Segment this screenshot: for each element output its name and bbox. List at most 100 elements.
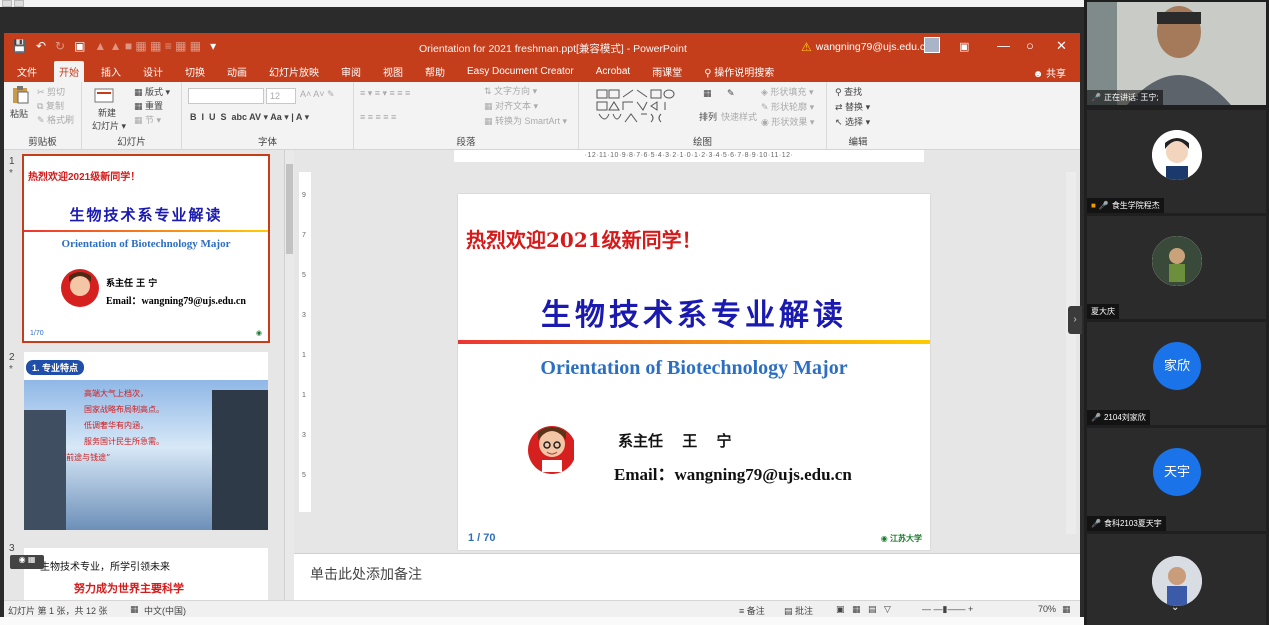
qat-more-icon[interactable]: ▲ ▲ ■ ▦ ▦ ≡ ▦ ▦ xyxy=(94,39,201,53)
participant-tile[interactable]: 夏大庆 xyxy=(1087,216,1266,319)
align-text-button[interactable]: ▦ 对齐文本 ▾ xyxy=(484,99,538,112)
mic-icon: 🎤 xyxy=(1098,201,1109,210)
reset-button[interactable]: ▦ 重置 xyxy=(134,99,163,112)
participant-tile[interactable]: ⌄ xyxy=(1087,534,1266,625)
zoom-slider[interactable]: — —▮—— + xyxy=(922,604,973,615)
notes-toggle[interactable]: ≡ 备注 xyxy=(739,604,765,617)
tab-help[interactable]: 帮助 xyxy=(420,61,450,82)
shapes-gallery[interactable] xyxy=(595,88,691,124)
tab-review[interactable]: 审阅 xyxy=(336,61,366,82)
participant-namebar: 🎤 食科2103夏天宇 xyxy=(1087,516,1166,531)
thumb-page: 1/70 xyxy=(30,330,44,337)
mic-icon: 🎤 xyxy=(1091,519,1101,528)
tab-transitions[interactable]: 切换 xyxy=(180,61,210,82)
tab-rain-classroom[interactable]: 雨课堂 xyxy=(647,61,687,82)
slide-thumbnail-2[interactable]: 1. 专业特点 高端大气上档次， 国家战略布局制高点。 低调奢华有内涵， 服务国… xyxy=(24,352,268,530)
slide-title: 生物技术系专业解读 xyxy=(541,298,847,333)
font-name-box[interactable] xyxy=(188,88,264,104)
participant-video-tile[interactable]: 🎤 正在讲话: 王宁; xyxy=(1087,2,1266,105)
tab-insert[interactable]: 插入 xyxy=(96,61,126,82)
smartart-button[interactable]: ▦ 转换为 SmartArt ▾ xyxy=(484,114,567,127)
share-button[interactable]: ☻ 共享 xyxy=(1033,65,1066,80)
minimize-icon[interactable]: — xyxy=(997,38,1010,53)
font-format-buttons[interactable]: B I U S abc AV ▾ Aa ▾ | A ▾ xyxy=(190,112,309,123)
shape-fill-button[interactable]: ◈ 形状填充 ▾ xyxy=(761,85,813,98)
language[interactable]: 中文(中国) xyxy=(144,604,186,617)
tab-animations[interactable]: 动画 xyxy=(222,61,252,82)
shape-effects-button[interactable]: ◉ 形状效果 ▾ xyxy=(761,115,814,128)
tab-design[interactable]: 设计 xyxy=(138,61,168,82)
arrange-button[interactable]: 排列 xyxy=(699,110,717,123)
save-icon[interactable]: 💾 xyxy=(12,39,27,53)
align-buttons[interactable]: ≡ ≡ ≡ ≡ ≡ xyxy=(360,112,396,122)
slide-thumbnail-3[interactable]: 生物技术专业，所学引领未来 努力成为世界主要科学 xyxy=(24,548,268,604)
zoom-level[interactable]: 70% xyxy=(1038,604,1056,614)
tab-easy-document-creator[interactable]: Easy Document Creator xyxy=(462,63,579,80)
thumb-logo: ◉ xyxy=(255,330,262,337)
slide-email: Email：wangning79@ujs.edu.cn xyxy=(614,465,852,484)
collapse-panel-icon[interactable]: › xyxy=(1068,306,1082,334)
notes-pane[interactable]: 单击此处添加备注 xyxy=(294,553,1080,604)
slide-thumbnail-1[interactable]: 热烈欢迎2021级新同学！ 生物技术系专业解读 Orientation of B… xyxy=(22,154,270,343)
view-buttons[interactable]: ▣ ▦ ▤ ▽ xyxy=(836,604,891,615)
paste-icon[interactable] xyxy=(10,86,30,104)
thumbnail-scrollbar[interactable] xyxy=(284,150,294,604)
scroll-down-icon[interactable]: ⌄ xyxy=(1171,602,1179,613)
tab-slideshow[interactable]: 幻灯片放映 xyxy=(264,61,324,82)
tab-home[interactable]: 开始 xyxy=(54,60,84,82)
scrollbar-thumb[interactable] xyxy=(286,164,293,254)
ribbon-display-options-icon[interactable]: ▣ xyxy=(959,40,969,53)
participant-tile[interactable]: ■ 🎤 食生学院程杰 xyxy=(1087,110,1266,213)
thumb-line: 低调奢华有内涵， xyxy=(84,421,148,430)
font-size-box[interactable]: 12 xyxy=(266,88,296,104)
participant-tile[interactable]: 天宇 🎤 食科2103夏天宇 xyxy=(1087,428,1266,531)
account-avatar[interactable] xyxy=(924,37,940,53)
copy-button[interactable]: ⧉ 复制 xyxy=(37,99,64,112)
tell-me-label: 操作说明搜索 xyxy=(714,67,775,79)
tab-view[interactable]: 视图 xyxy=(378,61,408,82)
replace-button[interactable]: ⇄ 替换 ▾ xyxy=(835,100,870,113)
notes-label: 备注 xyxy=(746,606,765,616)
text-direction-button[interactable]: ⇅ 文字方向 ▾ xyxy=(484,84,537,97)
list-buttons[interactable]: ≡ ▾ ≡ ▾ ≡ ≡ ≡ xyxy=(360,88,410,99)
slideshow-icon[interactable]: ▣ xyxy=(74,39,85,53)
participant-name: 正在讲话: 王宁; xyxy=(1103,93,1159,102)
arrange-icon[interactable]: ▦ xyxy=(703,88,712,99)
maximize-icon[interactable]: ○ xyxy=(1026,38,1034,53)
window-control-icon[interactable] xyxy=(2,0,12,7)
quick-styles-button[interactable]: 快速样式 xyxy=(721,110,757,123)
window-control-icon[interactable] xyxy=(14,0,24,7)
quick-styles-icon[interactable]: ✎ xyxy=(727,88,735,99)
participant-tile[interactable]: 家欣 🎤 2104刘家欣 xyxy=(1087,322,1266,425)
new-slide-button[interactable]: 新建 幻灯片 ▾ xyxy=(92,106,126,132)
close-icon[interactable]: ✕ xyxy=(1056,38,1067,54)
undo-icon[interactable]: ↶ xyxy=(36,39,46,53)
find-button[interactable]: ⚲ 查找 xyxy=(835,85,862,98)
find-label: 查找 xyxy=(844,87,863,97)
slide-welcome-text: 热烈欢迎2021级新同学！ xyxy=(466,228,702,252)
overlay-control-icon[interactable]: ◉ ▦ xyxy=(10,555,44,569)
format-painter-button[interactable]: ✎ 格式刷 xyxy=(37,113,74,126)
cut-button[interactable]: ✂ 剪切 xyxy=(37,85,65,98)
customize-qat-icon[interactable]: ▾ xyxy=(210,39,216,53)
tab-acrobat[interactable]: Acrobat xyxy=(591,63,635,80)
new-slide-icon[interactable] xyxy=(94,87,114,105)
horizontal-ruler: ·12·11·10·9·8·7·6·5·4·3·2·1·0·1·2·3·4·5·… xyxy=(454,150,924,162)
slides-group: 新建 幻灯片 ▾ ▦ 版式 ▾ ▦ 重置 ▦ 节 ▾ 幻灯片 xyxy=(82,82,182,150)
account-area[interactable]: ⚠ wangning79@ujs.edu.cn xyxy=(801,40,931,54)
editing-scrollbar[interactable] xyxy=(1066,172,1076,534)
spellcheck-icon[interactable]: ▦ xyxy=(130,604,139,615)
fit-slide-icon[interactable]: ▦ xyxy=(1062,604,1071,615)
comments-toggle[interactable]: ▤ 批注 xyxy=(784,604,813,617)
redo-icon[interactable]: ↻ xyxy=(55,39,65,53)
current-slide[interactable]: 热烈欢迎2021级新同学！ 生物技术系专业解读 Orientation of B… xyxy=(458,194,930,550)
thumb-line: 国家战略布局制高点。 xyxy=(84,405,164,414)
tell-me-search[interactable]: ⚲ 操作说明搜索 xyxy=(699,61,779,82)
grow-shrink-font-icon[interactable]: A˄ A˅ ✎ xyxy=(300,89,335,100)
section-button[interactable]: ▦ 节 ▾ xyxy=(134,113,161,126)
shape-outline-button[interactable]: ✎ 形状轮廓 ▾ xyxy=(761,100,814,113)
paste-button[interactable]: 粘贴 xyxy=(10,107,28,120)
layout-button[interactable]: ▦ 版式 ▾ xyxy=(134,85,170,98)
tab-file[interactable]: 文件 xyxy=(12,61,42,82)
select-button[interactable]: ↖ 选择 ▾ xyxy=(835,115,870,128)
